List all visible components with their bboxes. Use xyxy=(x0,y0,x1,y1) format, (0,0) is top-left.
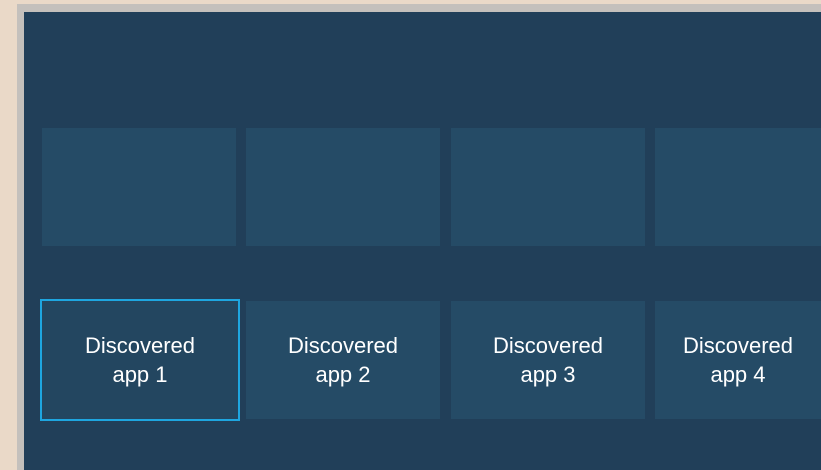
discovered-app-label: Discovered app 2 xyxy=(287,333,399,387)
discovered-app-tile-1[interactable]: Discovered app 1 xyxy=(40,299,240,421)
discovered-app-label: Discovered app 4 xyxy=(682,333,794,387)
discovered-app-label: Discovered app 1 xyxy=(84,333,196,387)
featured-tile-3[interactable] xyxy=(451,128,645,246)
featured-tile-2[interactable] xyxy=(246,128,440,246)
featured-tile-1[interactable] xyxy=(42,128,236,246)
discovered-app-label: Discovered app 3 xyxy=(492,333,604,387)
discovered-app-tile-3[interactable]: Discovered app 3 xyxy=(451,301,645,419)
tv-screen-frame: Discovered app 1 Discovered app 2 Discov… xyxy=(17,4,821,470)
featured-tile-4[interactable] xyxy=(655,128,821,246)
launcher-panel: Discovered app 1 Discovered app 2 Discov… xyxy=(24,12,821,470)
discovered-app-tile-2[interactable]: Discovered app 2 xyxy=(246,301,440,419)
discovered-app-tile-4[interactable]: Discovered app 4 xyxy=(655,301,821,419)
